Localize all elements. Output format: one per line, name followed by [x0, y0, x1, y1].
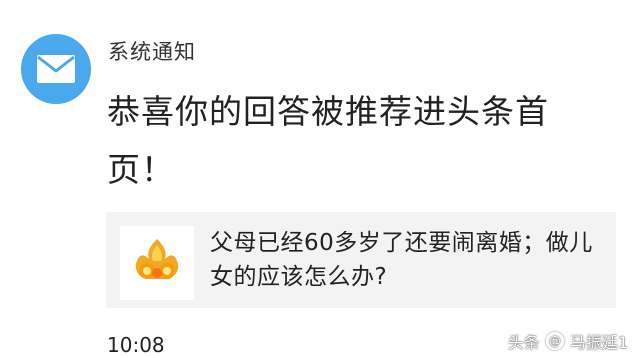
mail-icon: [37, 55, 75, 83]
sender-name: 系统通知: [108, 40, 196, 64]
article-title: 父母已经60多岁了还要闹离婚；做儿女的应该怎么办?: [210, 230, 593, 290]
notification-time: 10:08: [107, 333, 165, 357]
toutiao-qa-logo-icon: [135, 239, 179, 279]
watermark-platform: 头条: [507, 333, 540, 352]
watermark-author: 马振廷1: [569, 333, 628, 352]
notification-message: 恭喜你的回答被推荐进头条首页！: [107, 92, 549, 189]
watermark: 头条 @ 马振廷1: [508, 328, 628, 354]
watermark-at-icon: @: [545, 332, 564, 350]
system-notification-avatar[interactable]: [21, 34, 91, 104]
article-card[interactable]: 父母已经60多岁了还要闹离婚；做儿女的应该怎么办?: [106, 212, 616, 308]
article-thumbnail: [120, 226, 194, 300]
